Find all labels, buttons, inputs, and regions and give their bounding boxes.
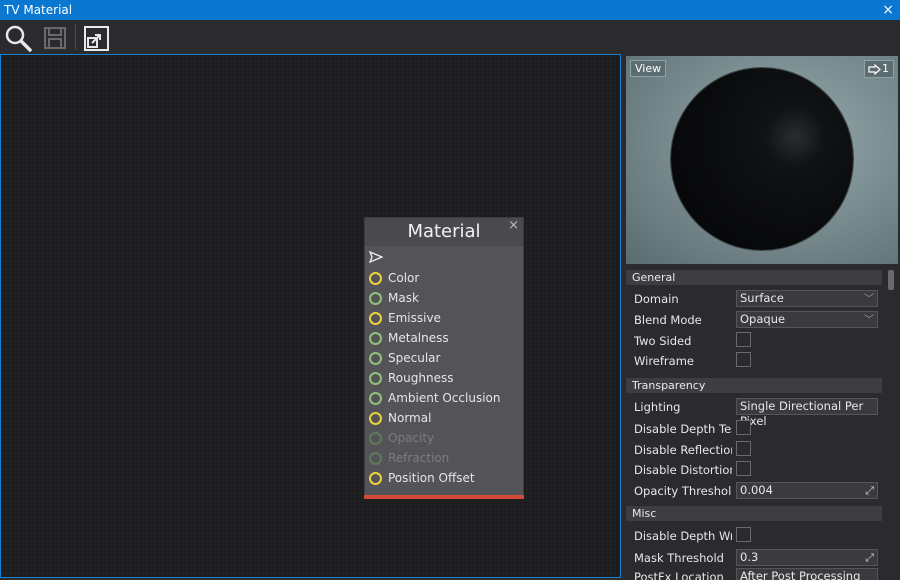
material-node[interactable]: Material × Color Mask Emissive Metalness Spe… (364, 217, 524, 499)
pin-label: Mask (388, 291, 419, 305)
pin-label: Refraction (388, 451, 450, 465)
preview-sphere (671, 68, 853, 250)
pin-label: Specular (388, 351, 441, 365)
postfx-location-row: PostFx Location After Post Processing Pa… (634, 567, 882, 580)
section-misc[interactable]: Misc (626, 506, 882, 521)
pin-connector-icon[interactable] (369, 471, 382, 485)
node-title: Material (407, 221, 481, 242)
node-header[interactable]: Material × (365, 218, 523, 246)
node-pin[interactable]: Roughness (369, 369, 453, 387)
pin-connector-icon[interactable] (369, 391, 382, 405)
mask-threshold-input[interactable]: 0.3 ⤢ (736, 549, 878, 566)
postfx-location-label: PostFx Location (634, 570, 724, 580)
pin-connector-icon[interactable] (369, 451, 382, 465)
node-pin[interactable]: Normal (369, 409, 431, 427)
mask-threshold-row: Mask Threshold 0.3 ⤢ (634, 548, 882, 568)
pin-label: Roughness (388, 371, 454, 385)
pin-connector-icon[interactable] (369, 411, 382, 425)
blend-mode-label: Blend Mode (634, 313, 702, 327)
lighting-dropdown[interactable]: Single Directional Per Pixel (736, 398, 878, 428)
graph-canvas[interactable]: Material × Color Mask Emissive Metalness Spe… (0, 54, 621, 578)
node-pin[interactable]: Emissive (369, 309, 441, 327)
view-button[interactable]: View (630, 60, 667, 77)
properties-panel: General Domain Surface ﹀ Blend Mode Opaqu… (626, 268, 888, 580)
pin-label: Emissive (388, 311, 441, 325)
pin-connector-icon[interactable] (369, 291, 382, 305)
disable-reflections-row: Disable Reflections (634, 440, 882, 460)
pin-label: Metalness (388, 331, 449, 345)
node-pin[interactable]: Color (369, 269, 419, 287)
node-pin[interactable]: Refraction (369, 449, 449, 467)
disable-depth-test-checkbox[interactable] (736, 420, 751, 435)
wireframe-label: Wireframe (634, 354, 694, 368)
chevron-down-icon: ﹀ (864, 294, 874, 305)
toolbar-separator (75, 24, 76, 50)
lighting-label: Lighting (634, 400, 681, 414)
node-pin[interactable]: Mask (369, 289, 419, 307)
disable-depth-write-label: Disable Depth Write (634, 529, 732, 543)
disable-reflections-checkbox[interactable] (736, 441, 751, 456)
disable-depth-write-checkbox[interactable] (736, 527, 751, 542)
opacity-threshold-label: Opacity Threshold (634, 484, 732, 498)
pin-connector-icon[interactable] (369, 311, 382, 325)
disable-distortion-row: Disable Distortion (634, 460, 882, 480)
pin-connector-icon[interactable] (369, 271, 382, 285)
preview-nav-button[interactable]: 1 (864, 60, 894, 78)
domain-dropdown[interactable]: Surface ﹀ (736, 290, 878, 307)
opacity-threshold-row: Opacity Threshold 0.004 ⤢ (634, 481, 882, 501)
chevron-down-icon: ﹀ (864, 315, 874, 326)
pin-connector-icon[interactable] (369, 331, 382, 345)
blend-mode-dropdown[interactable]: Opaque ﹀ (736, 311, 878, 328)
title-bar: TV Material × (0, 0, 900, 20)
opacity-threshold-input[interactable]: 0.004 ⤢ (736, 482, 878, 499)
node-pin[interactable]: Specular (369, 349, 440, 367)
expand-icon: ⤢ (865, 551, 874, 564)
disable-reflections-label: Disable Reflections (634, 443, 732, 457)
two-sided-label: Two Sided (634, 334, 692, 348)
pin-connector-icon[interactable] (369, 431, 382, 445)
domain-label: Domain (634, 292, 679, 306)
node-pin[interactable]: Metalness (369, 329, 449, 347)
node-pin[interactable]: Opacity (369, 429, 434, 447)
postfx-location-dropdown[interactable]: After Post Processing Pass (736, 568, 878, 580)
right-panel: View 1 General Domain Surface ﹀ Blend Mod… (622, 54, 900, 580)
section-general[interactable]: General (626, 270, 882, 285)
node-pin[interactable]: Position Offset (369, 469, 475, 487)
pin-label: Color (388, 271, 420, 285)
pin-label: Normal (388, 411, 432, 425)
pin-label: Opacity (388, 431, 435, 445)
pin-connector-icon[interactable] (369, 351, 382, 365)
two-sided-checkbox[interactable] (736, 332, 751, 347)
wireframe-checkbox[interactable] (736, 352, 751, 367)
export-icon[interactable] (83, 24, 111, 52)
search-icon[interactable] (4, 24, 32, 52)
disable-depth-write-row: Disable Depth Write (634, 526, 882, 546)
window-title: TV Material (4, 3, 73, 17)
pin-label: Position Offset (388, 471, 475, 485)
pin-connector-icon[interactable] (369, 371, 382, 385)
nav-count: 1 (882, 62, 889, 75)
blend-mode-row: Blend Mode Opaque ﹀ (634, 310, 882, 330)
expand-icon: ⤢ (865, 484, 874, 497)
disable-distortion-checkbox[interactable] (736, 461, 751, 476)
mask-threshold-label: Mask Threshold (634, 551, 724, 565)
disable-distortion-label: Disable Distortion (634, 463, 732, 477)
properties-scrollbar[interactable] (888, 270, 894, 290)
toolbar (0, 20, 900, 54)
close-icon[interactable]: × (882, 2, 894, 18)
close-icon[interactable]: × (508, 218, 519, 233)
pin-label: Ambient Occlusion (388, 391, 501, 405)
disable-depth-test-row: Disable Depth Test (634, 419, 882, 439)
output-arrow-icon[interactable] (368, 250, 384, 264)
node-pin[interactable]: Ambient Occlusion (369, 389, 500, 407)
two-sided-row: Two Sided (634, 331, 882, 351)
disable-depth-test-label: Disable Depth Test (634, 422, 732, 436)
lighting-row: Lighting Single Directional Per Pixel (634, 397, 882, 428)
material-preview[interactable]: View 1 (626, 56, 898, 264)
save-icon[interactable] (42, 24, 70, 52)
node-footer-bar (364, 495, 524, 499)
wireframe-row: Wireframe (634, 351, 882, 371)
section-transparency[interactable]: Transparency (626, 378, 882, 393)
domain-row: Domain Surface ﹀ (634, 289, 882, 309)
